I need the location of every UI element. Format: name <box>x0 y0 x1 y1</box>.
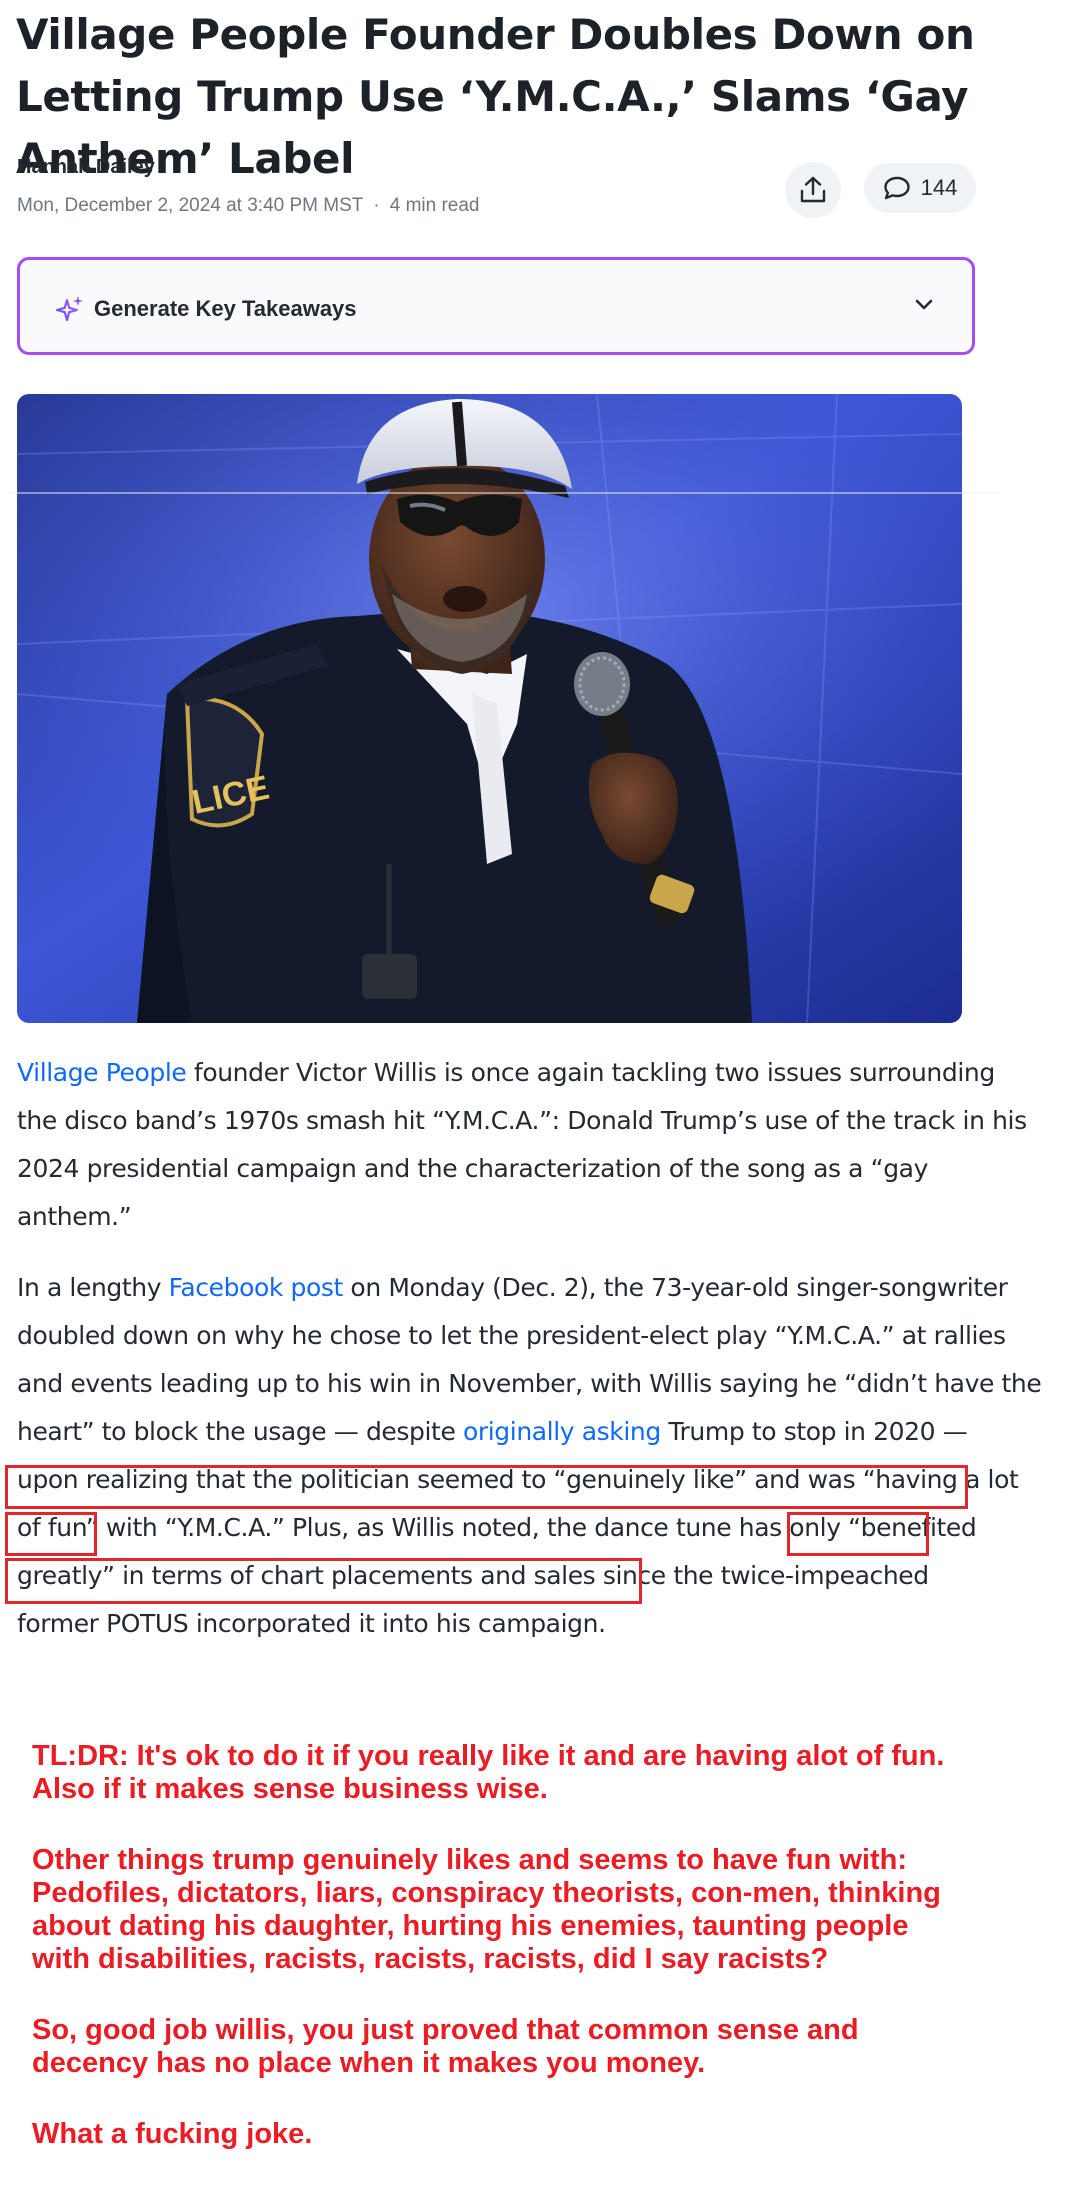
publish-date: Mon, December 2, 2024 at 3:40 PM MST <box>17 195 364 216</box>
originally-asking-link[interactable]: originally asking <box>463 1417 661 1446</box>
byline-separator: · <box>373 195 380 216</box>
annotation-tldr: TL:DR: It's ok to do it if you really li… <box>32 1740 945 1805</box>
paragraph-line: of fun” with “Y.M.C.A.” Plus, as Willis … <box>17 1513 977 1542</box>
red-annotation-commentary: TL:DR: It's ok to do it if you really li… <box>32 1740 1032 2189</box>
paragraph-line: doubled down on why he chose to let the … <box>17 1321 1006 1350</box>
paragraph-line: Village People founder Victor Willis is … <box>17 1049 1007 1097</box>
article-paragraph-1: Village People founder Victor Willis is … <box>17 1049 1027 1241</box>
annotation-closing: What a fucking joke. <box>32 2118 313 2150</box>
paragraph-line: the disco band’s 1970s smash hit “Y.M.C.… <box>17 1106 1027 1135</box>
village-people-link[interactable]: Village People <box>17 1058 187 1087</box>
facebook-post-link[interactable]: Facebook post <box>169 1273 344 1302</box>
read-time: 4 min read <box>389 195 480 216</box>
annotation-conclusion: So, good job willis, you just proved tha… <box>32 2014 859 2079</box>
paragraph-text: In a lengthy <box>17 1273 169 1302</box>
generate-key-takeaways-button[interactable]: Generate Key Takeaways <box>17 257 975 355</box>
share-icon <box>800 176 826 203</box>
paragraph-text: heart” to block the usage — despite <box>17 1417 463 1446</box>
paragraph-line: heart” to block the usage — despite orig… <box>17 1408 1007 1456</box>
comments-button[interactable]: 144 <box>864 163 976 213</box>
paragraph-line: anthem.” <box>17 1202 132 1231</box>
paragraph-line: former POTUS incorporated it into his ca… <box>17 1609 606 1638</box>
takeaways-label: Generate Key Takeaways <box>94 296 357 321</box>
comment-count: 144 <box>920 175 958 200</box>
article-paragraph-2: In a lengthy Facebook post on Monday (De… <box>17 1264 1042 1648</box>
sparkle-icon <box>55 296 83 322</box>
share-button[interactable] <box>785 162 841 218</box>
paragraph-line: greatly” in terms of chart placements an… <box>17 1561 929 1590</box>
chevron-down-icon <box>915 299 933 310</box>
paragraph-line: In a lengthy Facebook post on Monday (De… <box>17 1264 1008 1312</box>
paragraph-line: and events leading up to his win in Nove… <box>17 1369 1042 1398</box>
hero-photo: LICE <box>17 394 962 1023</box>
comment-icon <box>883 176 910 200</box>
byline: Mon, December 2, 2024 at 3:40 PM MST · 4 m… <box>17 195 480 217</box>
paragraph-line: upon realizing that the politician seeme… <box>17 1465 1019 1494</box>
paragraph-text: Trump to stop in 2020 — <box>660 1417 968 1446</box>
performer-photo: LICE <box>17 394 962 1023</box>
sticky-header-divider <box>10 492 1000 494</box>
annotation-list: Other things trump genuinely likes and s… <box>32 1844 941 1975</box>
author-name[interactable]: Hannah Dailey <box>17 156 155 179</box>
paragraph-text: founder Victor Willis is once again tack… <box>186 1058 995 1087</box>
paragraph-line: 2024 presidential campaign and the chara… <box>17 1154 928 1183</box>
paragraph-text: on Monday (Dec. 2), the 73-year-old sing… <box>342 1273 1008 1302</box>
